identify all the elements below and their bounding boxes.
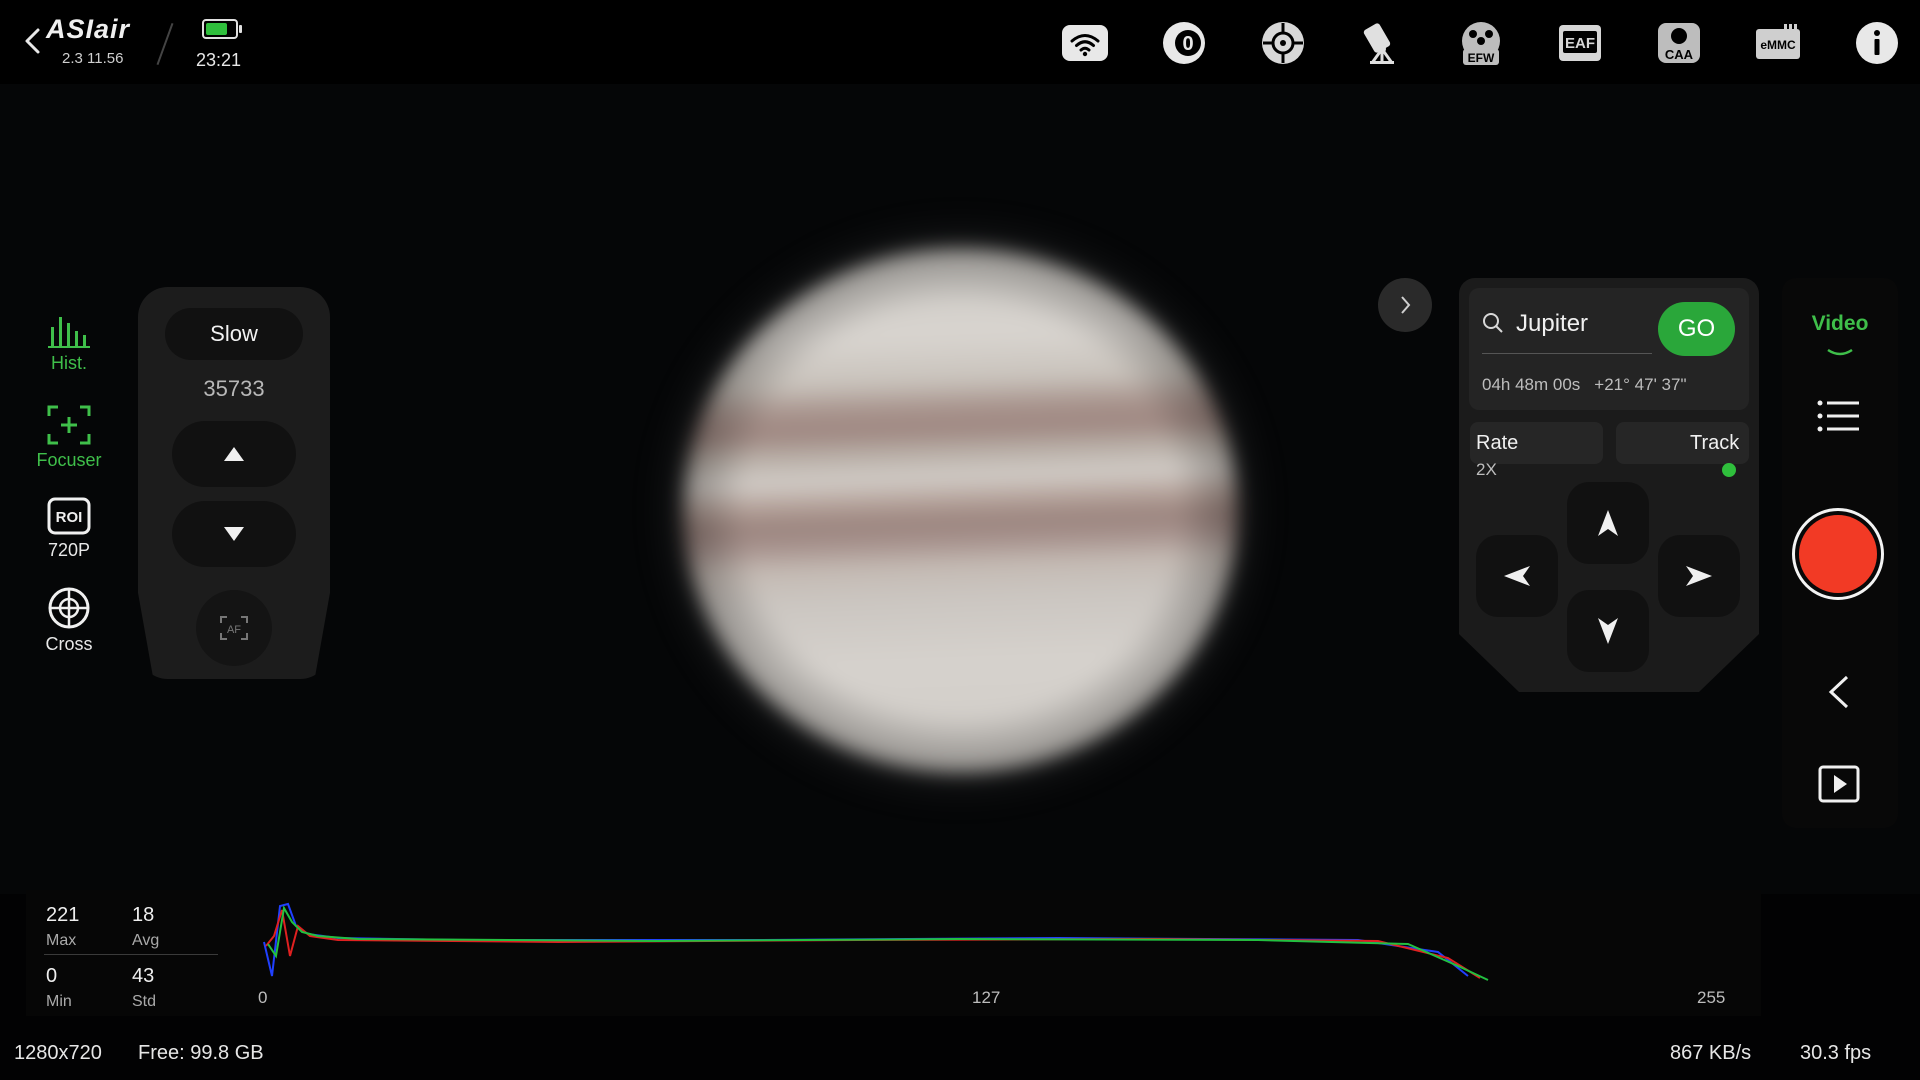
stat-std-label: Std [132, 993, 157, 1010]
stat-max-label: Max [46, 932, 77, 949]
caa-icon[interactable]: CAA [1654, 18, 1704, 68]
target-coordinates: 04h 48m 00s +21° 47' 37" [1482, 375, 1700, 395]
focus-up-button[interactable] [172, 421, 296, 487]
search-icon [1483, 313, 1503, 333]
status-free-space: Free: 99.8 GB [138, 1042, 264, 1064]
focuser-icon [47, 405, 91, 445]
telescope-mount-icon[interactable] [1357, 18, 1407, 68]
efw-icon[interactable]: EFW [1456, 18, 1506, 68]
status-fps: 30.3 fps [1800, 1042, 1872, 1064]
stat-min-label: Min [46, 993, 72, 1010]
focus-down-button[interactable] [172, 501, 296, 567]
focuser-position: 35733 [203, 376, 265, 401]
cross-tool[interactable]: Cross [26, 586, 112, 655]
record-button[interactable] [1792, 508, 1884, 600]
target-search-input[interactable]: Jupiter [1516, 310, 1588, 338]
guide-camera-icon[interactable] [1258, 18, 1308, 68]
histogram-red-curve [265, 909, 1481, 979]
hist-tool[interactable]: Hist. [26, 313, 112, 374]
camera-zero-icon[interactable]: 0 [1159, 18, 1209, 68]
histogram-green-curve [267, 905, 1489, 981]
arrow-left-icon [1504, 566, 1530, 586]
eaf-icon[interactable]: EAF [1555, 18, 1605, 68]
chevron-left-icon[interactable] [1826, 674, 1852, 710]
triangle-down-icon [224, 527, 244, 541]
stat-max-value: 221 [46, 904, 80, 926]
hist-label: Hist. [51, 353, 87, 373]
rate-label: Rate [1476, 432, 1519, 454]
mode-chevron-icon [1827, 348, 1853, 356]
menu-list-icon[interactable] [1816, 398, 1860, 434]
search-underline [1482, 353, 1652, 354]
arrow-right-icon [1686, 566, 1712, 586]
stat-avg-value: 18 [132, 904, 155, 926]
back-chevron-icon[interactable] [22, 26, 44, 56]
stat-divider [44, 954, 218, 955]
app-version: 2.3 11.56 [62, 50, 124, 67]
roi-icon: ROI [47, 497, 91, 535]
caa-text: CAA [1665, 47, 1694, 62]
track-label: Track [1690, 432, 1740, 454]
hist-tick-min: 0 [258, 988, 268, 1007]
move-east-button[interactable] [1658, 535, 1740, 617]
histogram-curves [263, 902, 1489, 981]
stat-std-value: 43 [132, 965, 155, 987]
roi-label: 720P [47, 540, 91, 560]
info-icon[interactable] [1852, 18, 1902, 68]
ra-value: 04h 48m 00s [1482, 375, 1581, 394]
hist-tick-max: 255 [1697, 988, 1726, 1007]
collapse-panel-button[interactable] [1378, 278, 1432, 332]
record-icon [1799, 515, 1877, 593]
planet-image [683, 248, 1238, 773]
triangle-up-icon [224, 447, 244, 461]
roi-badge: ROI [56, 509, 83, 526]
autofocus-button[interactable]: AF [196, 590, 272, 666]
focuser-speed-button[interactable]: Slow [165, 308, 303, 360]
clock: 23:21 [196, 50, 242, 70]
hist-tick-mid: 127 [972, 988, 1001, 1007]
focuser-tool[interactable]: Focuser [26, 404, 112, 471]
dec-value: +21° 47' 37" [1594, 375, 1687, 394]
move-south-button[interactable] [1567, 590, 1649, 672]
battery-icon [202, 19, 242, 39]
cross-label: Cross [45, 634, 93, 654]
status-resolution: 1280x720 [14, 1042, 102, 1064]
status-bitrate: 867 KB/s [1670, 1042, 1752, 1064]
crosshair-icon [48, 587, 90, 629]
histogram-icon [48, 317, 90, 348]
track-status-dot [1722, 463, 1736, 477]
stat-min-value: 0 [46, 965, 58, 987]
autofocus-icon: AF [220, 616, 248, 640]
app-logo: ASIair [46, 14, 131, 44]
emmc-text: eMMC [1760, 38, 1796, 52]
efw-text: EFW [1468, 51, 1495, 65]
arrow-down-icon [1598, 618, 1618, 644]
rate-value: 2X [1476, 460, 1497, 479]
roi-tool[interactable]: ROI 720P [26, 496, 112, 561]
af-text: AF [227, 624, 241, 636]
go-button[interactable]: GO [1658, 302, 1735, 356]
playback-icon[interactable] [1817, 764, 1861, 804]
chevron-right-icon [1401, 296, 1411, 314]
video-mode-tab[interactable]: Video [1800, 312, 1880, 336]
wifi-icon[interactable] [1060, 18, 1110, 68]
move-north-button[interactable] [1567, 482, 1649, 564]
top-bar [0, 0, 1920, 84]
emmc-icon[interactable]: eMMC [1753, 18, 1803, 68]
stat-avg-label: Avg [132, 932, 160, 949]
focuser-label: Focuser [36, 450, 102, 470]
camera-zero-text: 0 [1182, 33, 1193, 55]
arrow-up-icon [1598, 510, 1618, 536]
eaf-text: EAF [1565, 35, 1595, 52]
move-west-button[interactable] [1476, 535, 1558, 617]
